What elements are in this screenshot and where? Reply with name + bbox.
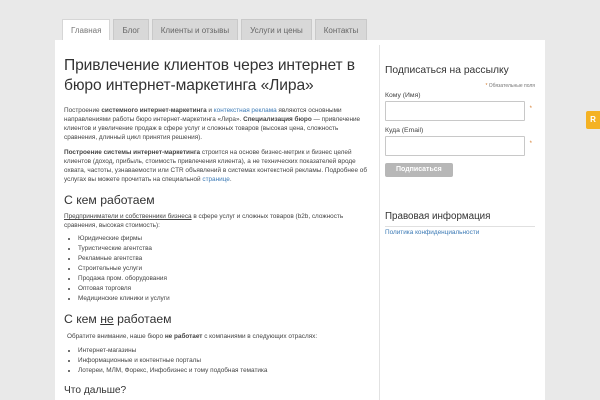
list-item: Медицинские клиники и услуги bbox=[78, 294, 370, 304]
contextual-ads-link[interactable]: контекстная реклама bbox=[214, 107, 277, 114]
not-who-heading: С кем не работаем bbox=[64, 312, 172, 326]
not-who-list: Интернет-магазины Информационные и конте… bbox=[68, 346, 370, 376]
legal-divider bbox=[385, 226, 535, 227]
intro-paragraph-2: Построение системы интернет-маркетинга с… bbox=[64, 149, 368, 183]
list-item: Информационные и контентные порталы bbox=[78, 356, 370, 366]
page-content: Привлечение клиентов через интернет в бю… bbox=[55, 40, 545, 400]
name-input[interactable]: * bbox=[385, 101, 532, 121]
email-input[interactable]: * bbox=[385, 136, 532, 156]
list-item: Продажа пром. оборудования bbox=[78, 274, 370, 284]
next-heading: Что дальше? bbox=[64, 385, 127, 396]
list-item: Лотереи, МЛМ, Форекс, Инфобизнес и тому … bbox=[78, 366, 370, 376]
email-label: Куда (Email) bbox=[385, 127, 424, 134]
required-star: * bbox=[529, 106, 532, 112]
who-list: Юридические фирмы Туристические агентств… bbox=[68, 234, 370, 304]
not-who-lead: Обратите внимание, наше бюро не работает… bbox=[67, 333, 318, 340]
nav-home[interactable]: Главная bbox=[62, 19, 111, 42]
nav-contacts[interactable]: Контакты bbox=[314, 19, 368, 41]
nav-clients[interactable]: Клиенты и отзывы bbox=[151, 19, 239, 41]
column-divider bbox=[379, 45, 380, 400]
services-page-link[interactable]: странице bbox=[202, 176, 229, 183]
intro-paragraph-1: Построение системного интернет-маркетинг… bbox=[64, 107, 361, 141]
main-column: Привлечение клиентов через интернет в бю… bbox=[64, 56, 370, 397]
list-item: Строительные услуги bbox=[78, 264, 370, 274]
required-note: * Обязательные поля bbox=[485, 83, 535, 89]
sidebar: Подписаться на рассылку * Обязательные п… bbox=[385, 64, 535, 236]
legal-heading: Правовая информация bbox=[385, 211, 491, 222]
name-label: Кому (Имя) bbox=[385, 92, 421, 99]
entrepreneurs-link[interactable]: Предприниматели и собственники бизнеса bbox=[64, 213, 192, 220]
nav-services[interactable]: Услуги и цены bbox=[241, 19, 312, 41]
privacy-policy-link[interactable]: Политика конфиденциальности bbox=[385, 229, 535, 236]
who-lead: Предприниматели и собственники бизнеса в… bbox=[64, 213, 344, 229]
subscribe-heading: Подписаться на рассылку bbox=[385, 65, 509, 76]
required-star: * bbox=[529, 141, 532, 147]
main-nav: Главная Блог Клиенты и отзывы Услуги и ц… bbox=[62, 19, 368, 42]
list-item: Юридические фирмы bbox=[78, 234, 370, 244]
page-title: Привлечение клиентов через интернет в бю… bbox=[64, 57, 355, 94]
list-item: Оптовая торговля bbox=[78, 284, 370, 294]
rss-icon[interactable]: R bbox=[586, 111, 600, 129]
list-item: Рекламные агентства bbox=[78, 254, 370, 264]
nav-blog[interactable]: Блог bbox=[113, 19, 149, 41]
subscribe-button[interactable]: Подписаться bbox=[385, 163, 453, 177]
list-item: Туристические агентства bbox=[78, 244, 370, 254]
top-bar: Главная Блог Клиенты и отзывы Услуги и ц… bbox=[0, 0, 600, 42]
who-heading: С кем работаем bbox=[64, 193, 155, 207]
list-item: Интернет-магазины bbox=[78, 346, 370, 356]
